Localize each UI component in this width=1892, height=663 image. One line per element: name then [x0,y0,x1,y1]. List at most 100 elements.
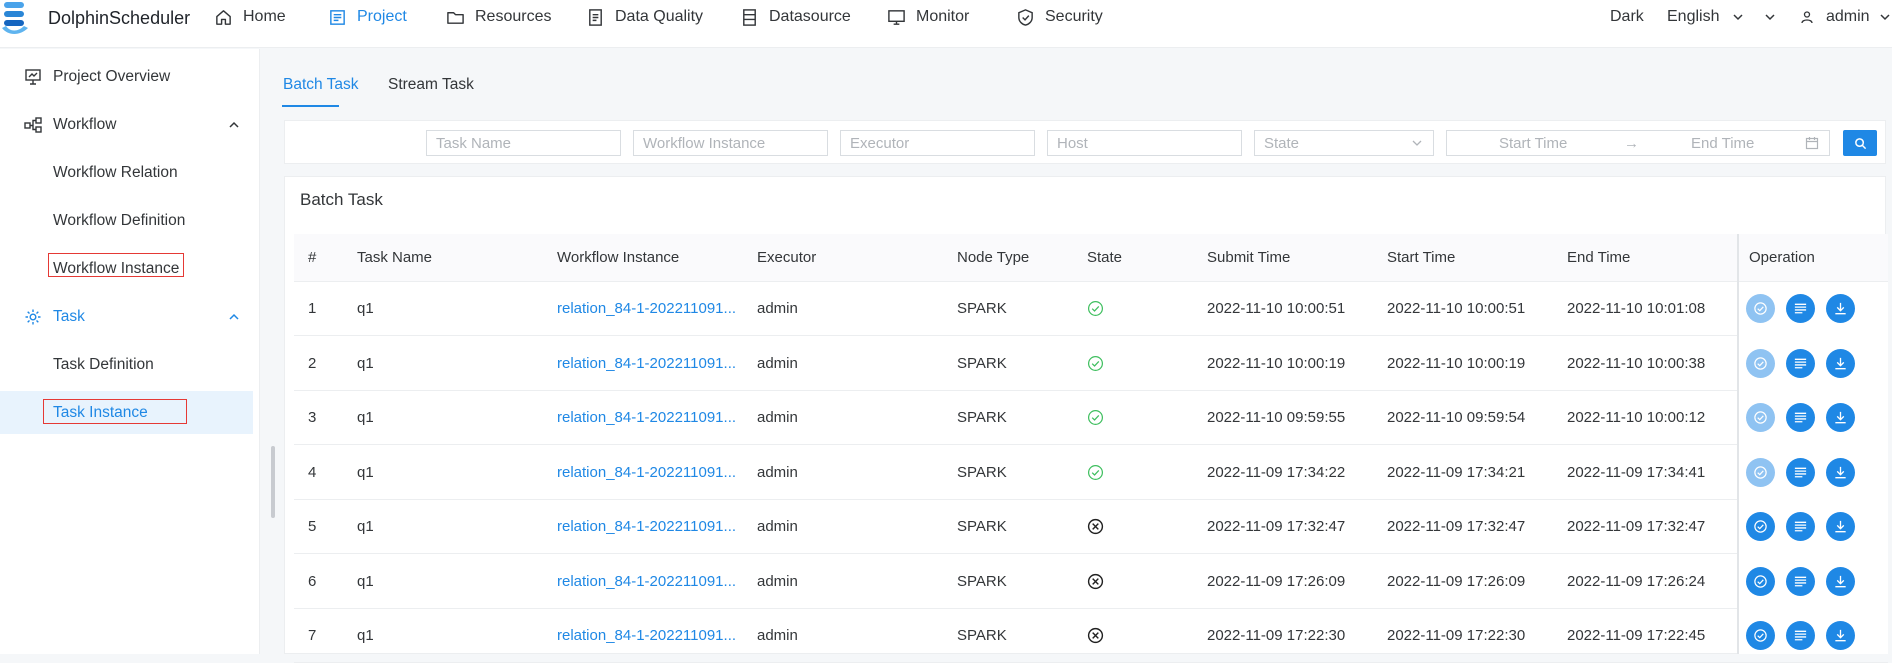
sidebar: Project Overview Workflow Workflow Relat… [0,49,260,654]
nav-datasource-label: Datasource [769,8,851,25]
task-name-cell: q1 [357,354,374,372]
monitor-icon [888,9,905,25]
chevron-down-icon [1880,14,1890,21]
executor-cell: admin [757,354,798,372]
task-name-cell: q1 [357,627,374,644]
column-header: Start Time [1387,249,1456,266]
download-log-button[interactable] [1826,512,1855,541]
sidebar-item-workflow-relation[interactable]: Workflow Relation [0,151,253,194]
nav-home[interactable]: Home [214,0,286,34]
nav-monitor-label: Monitor [916,8,970,25]
end-time-cell: 2022-11-10 10:00:12 [1567,409,1706,426]
download-log-button[interactable] [1826,294,1855,323]
view-log-button[interactable] [1786,348,1815,378]
search-button[interactable] [1843,130,1877,156]
submit-time-cell: 2022-11-10 10:00:19 [1207,354,1346,372]
state-select[interactable]: State [1254,130,1434,156]
download-log-button[interactable] [1826,403,1855,432]
workflow-instance-link[interactable]: relation_84-1-202211091... [557,627,736,644]
host-placeholder: Host [1057,134,1088,152]
view-log-button[interactable] [1786,621,1815,650]
host-input[interactable]: Host [1047,130,1242,156]
executor-cell: admin [757,463,798,481]
chevron-up-icon [229,121,239,128]
nav-project[interactable]: Project [328,0,407,34]
nav-monitor[interactable]: Monitor [887,0,969,34]
active-tab-indicator [282,105,339,107]
table-header: # Task Name Workflow Instance Executor N… [294,234,1888,282]
download-log-button[interactable] [1826,348,1855,378]
highlight-box [43,399,187,424]
workflow-instance-link[interactable]: relation_84-1-202211091... [557,464,736,481]
force-success-button[interactable] [1746,403,1775,432]
force-success-button[interactable] [1746,457,1775,487]
column-header: Workflow Instance [557,249,680,266]
workflow-instance-link[interactable]: relation_84-1-202211091... [557,409,736,426]
force-success-button[interactable] [1746,621,1775,650]
timezone-select[interactable] [1763,0,1777,34]
row-number: 4 [308,463,317,481]
workflow-instance-link[interactable]: relation_84-1-202211091... [557,355,736,372]
submit-time-cell: 2022-11-09 17:34:22 [1207,463,1346,481]
force-success-button[interactable] [1746,294,1775,323]
table-row: 5 q1 relation_84-1-202211091... admin SPARK 2… [294,500,1888,554]
node-type-cell: SPARK [957,463,1007,481]
workflow-instance-link[interactable]: relation_84-1-202211091... [557,518,736,535]
table-row: 7 q1 relation_84-1-202211091... admin SPARK 2… [294,609,1888,663]
view-log-button[interactable] [1786,457,1815,487]
user-menu[interactable]: admin [1800,0,1892,34]
nav-resources-label: Resources [475,8,552,25]
row-number: 7 [308,627,317,644]
download-log-button[interactable] [1826,621,1855,650]
theme-toggle[interactable]: Dark [1610,0,1644,34]
sidebar-item-task[interactable]: Task [0,295,253,338]
nav-resources[interactable]: Resources [446,0,551,34]
task-name-cell: q1 [357,300,374,317]
sidebar-item-project-overview[interactable]: Project Overview [0,55,253,98]
force-success-button[interactable] [1746,348,1775,378]
force-success-button[interactable] [1746,512,1775,541]
chevron-down-icon [1733,14,1744,21]
view-log-button[interactable] [1786,512,1815,541]
executor-cell: admin [757,300,798,317]
workflow-instance-input[interactable]: Workflow Instance [633,130,828,156]
chevron-down-icon [1765,14,1775,21]
sidebar-item-label: Workflow Relation [53,163,178,181]
executor-input[interactable]: Executor [840,130,1035,156]
nav-datasource[interactable]: Datasource [740,0,851,34]
home-icon [216,9,231,25]
theme-label: Dark [1610,8,1644,25]
workflow-instance-link[interactable]: relation_84-1-202211091... [557,573,736,590]
top-header: DolphinScheduler Home Project Resources … [0,0,1892,48]
node-type-cell: SPARK [957,518,1007,535]
node-type-cell: SPARK [957,354,1007,372]
task-name-placeholder: Task Name [436,134,512,152]
tab-batch-task[interactable]: Batch Task [283,76,359,94]
workflow-instance-link[interactable]: relation_84-1-202211091... [557,300,736,317]
download-log-button[interactable] [1826,566,1855,596]
row-number: 3 [308,409,317,426]
row-number: 1 [308,300,317,317]
column-header: Node Type [957,249,1030,266]
table-row: 6 q1 relation_84-1-202211091... admin SPARK 2… [294,555,1888,609]
task-name-input[interactable]: Task Name [426,130,621,156]
sidebar-scrollbar[interactable] [271,446,275,518]
sidebar-item-task-definition[interactable]: Task Definition [0,343,253,386]
download-log-button[interactable] [1826,457,1855,487]
view-log-button[interactable] [1786,403,1815,432]
view-log-button[interactable] [1786,294,1815,323]
nav-security[interactable]: Security [1016,0,1103,34]
date-range-picker[interactable]: Start Time → End Time [1446,130,1830,156]
table-row: 3 q1 relation_84-1-202211091... admin SPARK 2… [294,391,1888,445]
language-select[interactable]: English [1667,0,1745,34]
nav-data-quality[interactable]: Data Quality [586,0,703,34]
submit-time-cell: 2022-11-09 17:22:30 [1207,627,1346,644]
sidebar-item-workflow[interactable]: Workflow [0,103,253,146]
sidebar-item-workflow-definition[interactable]: Workflow Definition [0,199,253,242]
project-icon [330,9,345,25]
workflow-instance-placeholder: Workflow Instance [643,134,766,152]
tab-stream-task[interactable]: Stream Task [388,76,474,94]
start-time-cell: 2022-11-10 10:00:51 [1387,300,1526,317]
view-log-button[interactable] [1786,566,1815,596]
force-success-button[interactable] [1746,566,1775,596]
